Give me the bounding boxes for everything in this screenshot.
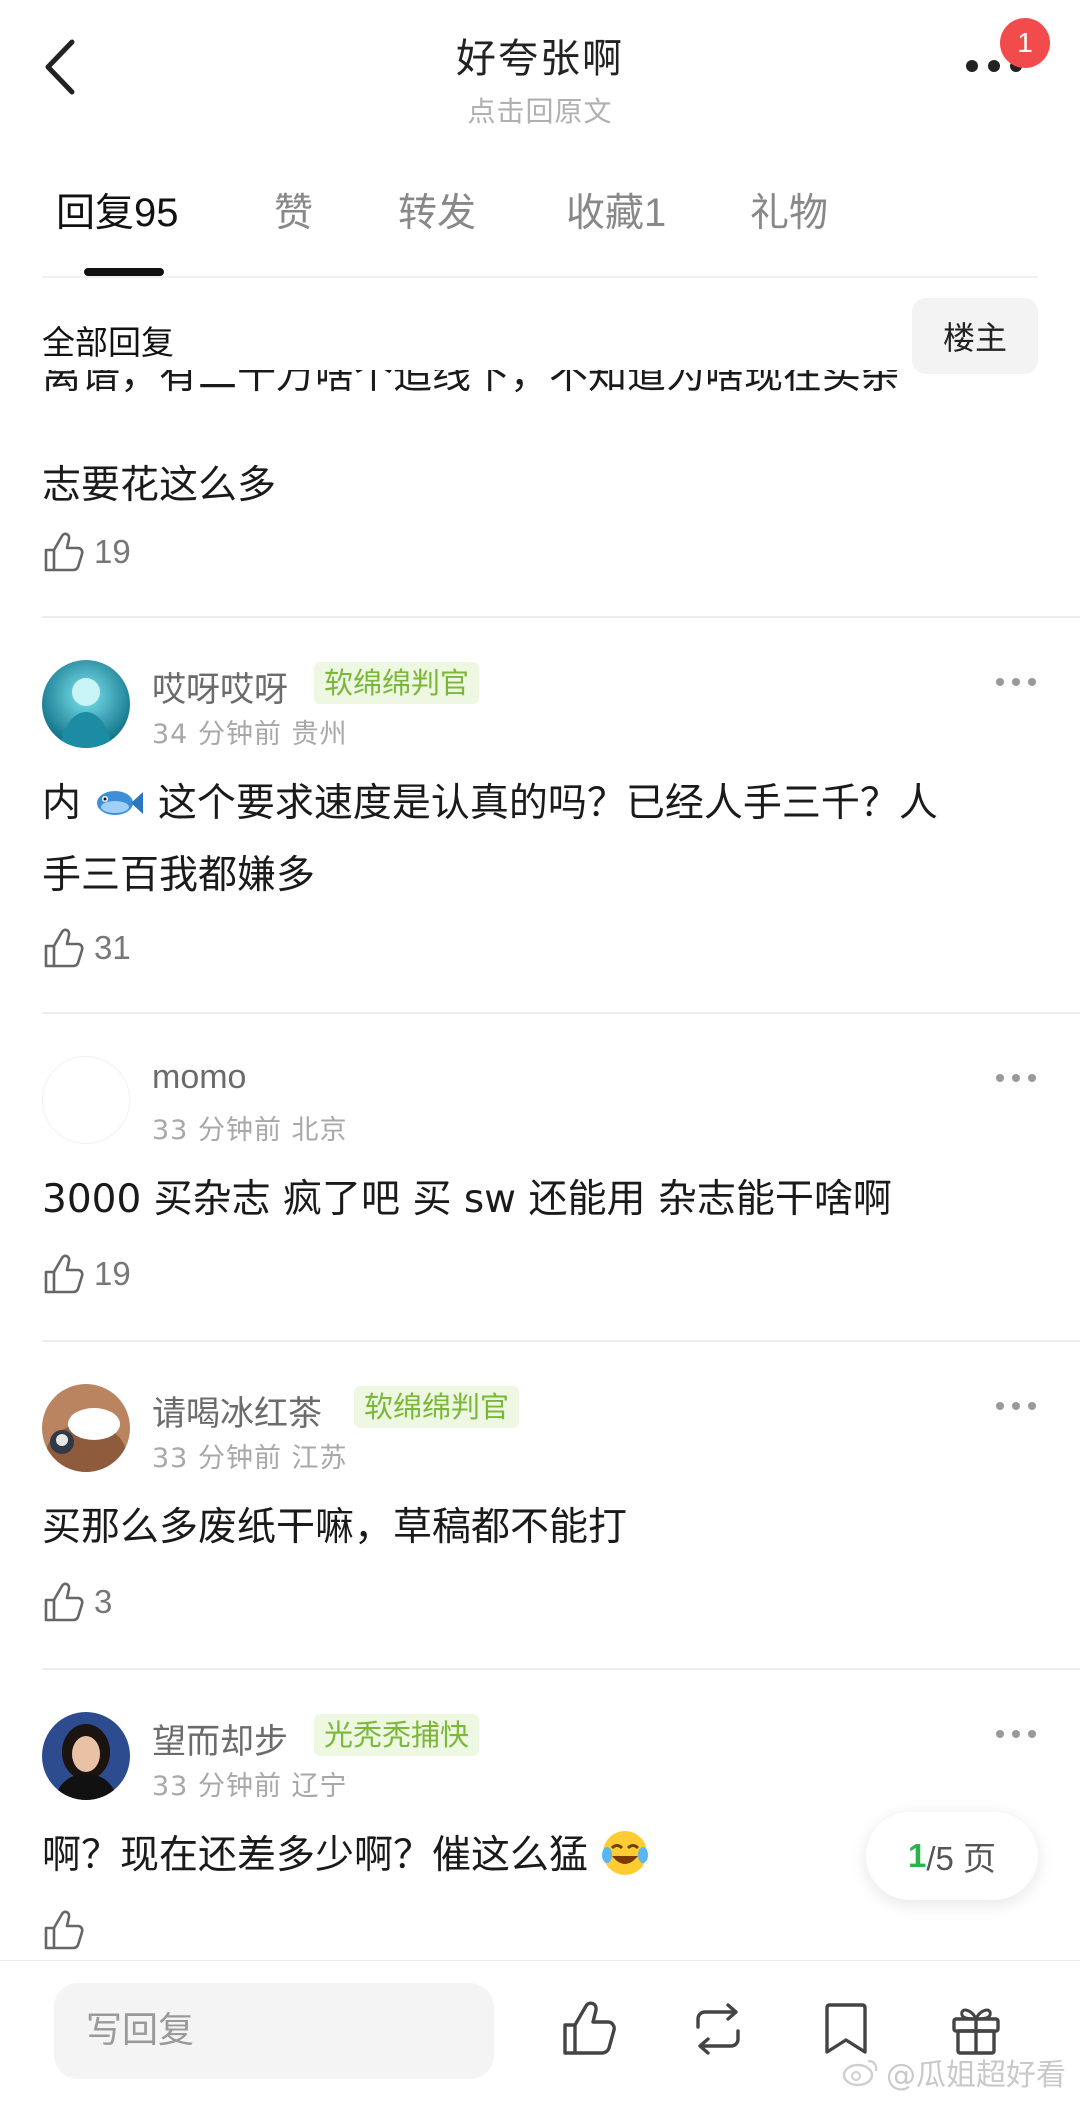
page-title: 好夸张啊: [456, 36, 624, 82]
weibo-logo-icon: [842, 2059, 878, 2087]
fish-emoji-icon: [97, 791, 144, 815]
tab-likes[interactable]: 赞: [274, 182, 313, 238]
user-avatar-image: [42, 660, 130, 748]
repost-icon[interactable]: [688, 1999, 748, 2059]
comment-more-icon[interactable]: [994, 674, 1038, 690]
comment-text-part: 啊？现在还差多少啊？催这么猛: [42, 1833, 589, 1878]
tab-label: 礼物: [750, 191, 829, 236]
comment-location: 北京: [291, 1115, 348, 1146]
active-tab-indicator: [84, 268, 164, 276]
current-page: 1: [907, 1837, 927, 1874]
comment-text: 3000 买杂志 疯了吧 买 sw 还能用 杂志能干啥啊: [42, 1177, 892, 1222]
comment-time: 33 分钟前: [152, 1115, 282, 1146]
tab-replies[interactable]: 回复95: [56, 182, 179, 238]
title-block[interactable]: 好夸张啊 点击回原文: [0, 26, 1080, 130]
comment-text-part: 手三百我都嫌多: [42, 853, 316, 898]
page-indicator-button[interactable]: 1/5 页: [866, 1812, 1038, 1900]
tab-label: 回复: [56, 191, 135, 236]
comment-text: 内 这个要求速度是认真的吗？已经人手三千？人 手三百我都嫌多: [42, 768, 1032, 912]
laughing-tears-emoji-icon: [602, 1831, 649, 1875]
username[interactable]: 望而却步: [152, 1714, 288, 1763]
tab-gifts[interactable]: 礼物: [750, 182, 828, 238]
comment-location: 江苏: [291, 1443, 348, 1474]
tab-label: 收藏: [566, 191, 645, 236]
comment-meta: 33 分钟前 辽宁: [152, 1764, 348, 1803]
user-avatar-image: [42, 1712, 130, 1800]
thumbs-up-icon: [44, 1254, 84, 1294]
like-button[interactable]: 31: [42, 926, 131, 970]
comment-text-line: 志要花这么多: [42, 463, 277, 508]
like-button[interactable]: 19: [42, 530, 131, 574]
comment-text-part: 内: [42, 781, 82, 826]
thumbs-up-icon: [44, 532, 84, 572]
notification-badge: 1: [1000, 18, 1050, 68]
partial-comment-text: 离谱，有二十万啥个追线下，不知道为啥现在买杂 志要花这么多: [0, 370, 1080, 510]
tab-bar: 回复95 赞 转发 收藏1 礼物: [0, 182, 1080, 278]
back-to-original-link[interactable]: 点击回原文: [0, 90, 1080, 130]
user-avatar-image: [43, 1057, 129, 1143]
like-post-icon[interactable]: [560, 1999, 620, 2059]
avatar[interactable]: [42, 1384, 130, 1472]
comment-time: 33 分钟前: [152, 1443, 282, 1474]
divider: [42, 276, 1038, 278]
tab-reposts[interactable]: 转发: [398, 182, 476, 238]
user-avatar-image: [42, 1384, 130, 1472]
op-only-filter-button[interactable]: 楼主: [912, 298, 1038, 374]
tab-count: 95: [134, 191, 179, 235]
avatar[interactable]: [42, 1712, 130, 1800]
username[interactable]: momo: [152, 1058, 246, 1097]
reply-input[interactable]: 写回复: [54, 1983, 494, 2079]
comment-more-icon[interactable]: [994, 1398, 1038, 1414]
comment-meta: 34 分钟前 贵州: [152, 712, 348, 751]
user-title-badge: 光秃秃捕快: [314, 1714, 480, 1756]
thumbs-up-icon: [44, 928, 84, 968]
comment-text: 买那么多废纸干嘛，草稿都不能打: [42, 1505, 628, 1550]
user-title-badge: 软绵绵判官: [314, 662, 480, 704]
like-count: 19: [94, 533, 131, 570]
user-title-badge: 软绵绵判官: [354, 1386, 520, 1428]
top-nav-bar: 好夸张啊 点击回原文 1: [0, 0, 1080, 150]
comment-location: 辽宁: [291, 1771, 348, 1802]
comment-text-part: 这个要求速度是认真的吗？已经人手三千？人: [157, 781, 938, 826]
thumbs-up-icon: [44, 1910, 84, 1950]
avatar[interactable]: [42, 1056, 130, 1144]
tab-count: 1: [644, 191, 667, 235]
username[interactable]: 请喝冰红茶: [152, 1386, 322, 1435]
watermark: @瓜姐超好看: [842, 2050, 1066, 2094]
tab-label: 转发: [398, 191, 477, 236]
like-count: 19: [94, 1255, 131, 1292]
like-button[interactable]: 3: [42, 1580, 112, 1624]
tab-favorites[interactable]: 收藏1: [566, 182, 666, 238]
avatar[interactable]: [42, 660, 130, 748]
comment-more-icon[interactable]: [994, 1070, 1038, 1086]
comment-meta: 33 分钟前 北京: [152, 1108, 348, 1147]
username[interactable]: 哎呀哎呀: [152, 662, 288, 711]
section-title: 全部回复: [42, 323, 174, 362]
divider: [42, 1012, 1080, 1014]
divider: [42, 616, 1080, 618]
divider: [42, 1340, 1080, 1342]
comment-time: 33 分钟前: [152, 1771, 282, 1802]
watermark-text: @瓜姐超好看: [886, 2058, 1066, 2093]
like-button[interactable]: 19: [42, 1252, 131, 1296]
comment-more-icon[interactable]: [994, 1726, 1038, 1742]
comment-time: 34 分钟前: [152, 719, 282, 750]
total-pages: /5 页: [926, 1840, 997, 1877]
like-button[interactable]: [42, 1908, 94, 1952]
comment-location: 贵州: [291, 719, 348, 750]
thumbs-up-icon: [44, 1582, 84, 1622]
divider: [42, 1668, 1080, 1670]
comment-text-line: 离谱，有二十万啥个追线下，不知道为啥现在买杂: [42, 370, 901, 398]
comment-meta: 33 分钟前 江苏: [152, 1436, 348, 1475]
tab-label: 赞: [274, 191, 314, 236]
like-count: 3: [94, 1583, 113, 1620]
like-count: 31: [94, 929, 131, 966]
